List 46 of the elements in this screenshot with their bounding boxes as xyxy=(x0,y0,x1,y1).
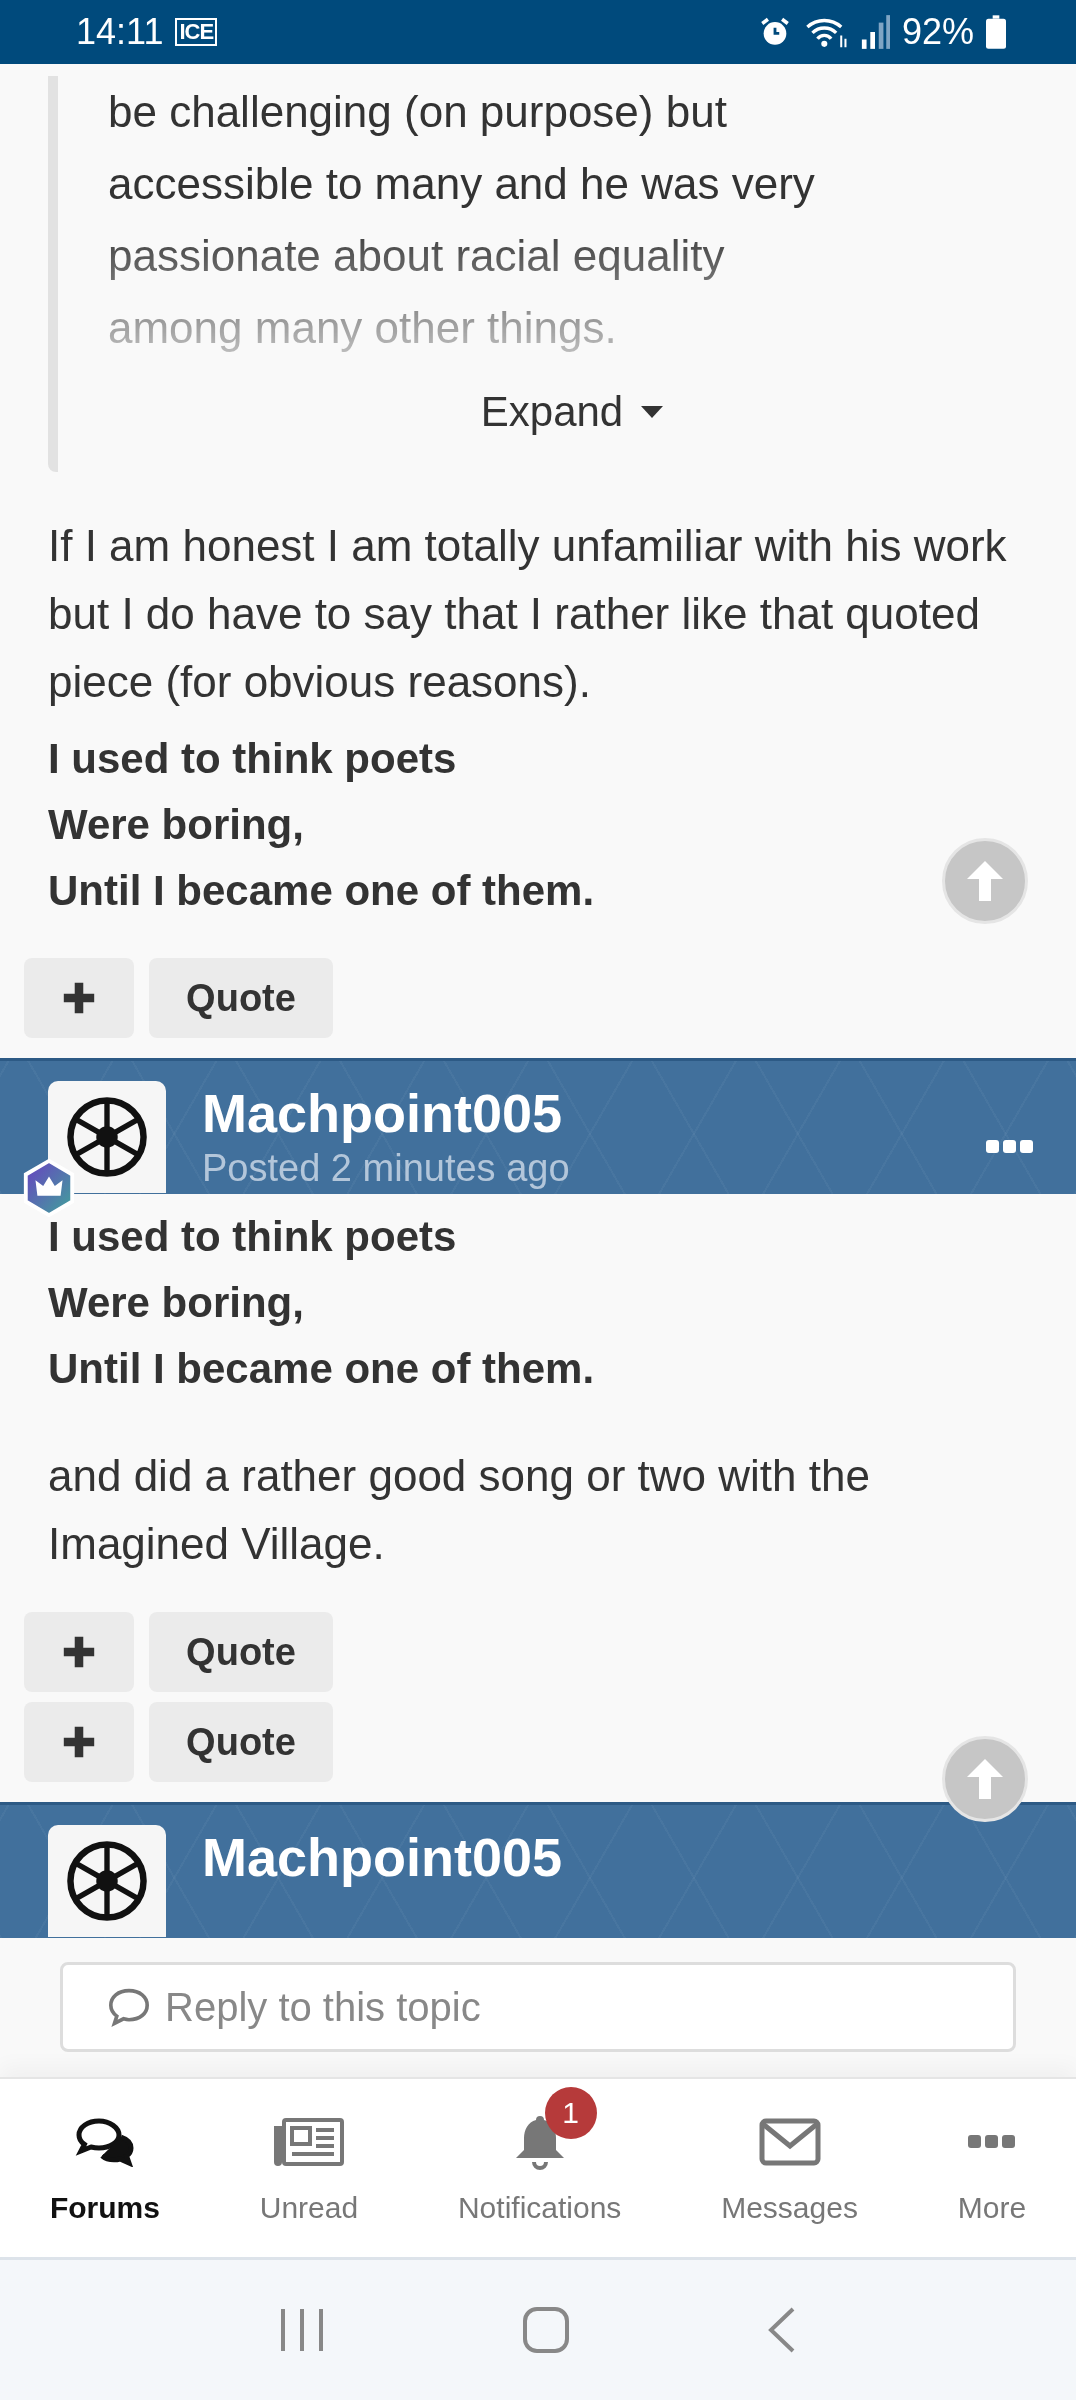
caret-icon xyxy=(641,406,664,418)
expand-button[interactable]: Expand xyxy=(470,382,674,442)
up-arrow-icon xyxy=(965,859,1005,903)
signal-icon xyxy=(859,15,890,49)
signature-line: Until I became one of them. xyxy=(48,866,595,916)
recent-apps-icon[interactable] xyxy=(278,2306,325,2354)
post-text: If I am honest I am totally unfamiliar with his work but I do have to say that I rather like that quoted piece (for obvious reasons). xyxy=(48,520,1008,708)
envelope-icon xyxy=(758,2118,821,2166)
signature-line: Until I became one of them. xyxy=(48,1344,595,1394)
reply-field[interactable]: Reply to this topic xyxy=(60,1962,1016,2052)
more-icon xyxy=(967,2134,1016,2150)
nav-tab[interactable]: More xyxy=(949,2079,1035,2257)
author-name[interactable]: Machpoint005 xyxy=(202,1081,570,1145)
chat-bubbles-icon xyxy=(74,2117,135,2167)
plus-button[interactable] xyxy=(24,1612,134,1692)
carrier-badge: ICE xyxy=(175,18,218,46)
nav-tab[interactable]: Messages xyxy=(713,2079,866,2257)
quote-button[interactable]: Quote xyxy=(149,958,333,1038)
signature-line: I used to think poets xyxy=(48,734,457,784)
nav-tab[interactable]: Unread xyxy=(251,2079,367,2257)
battery-icon xyxy=(986,15,1006,49)
quote-text: be challenging (on purpose) but accessible to many and he was very passionate about racial equality among many other things. xyxy=(108,86,816,354)
home-icon[interactable] xyxy=(522,2306,570,2354)
plus-button[interactable] xyxy=(24,1702,134,1782)
signature-line: Were boring, xyxy=(48,1278,304,1328)
newspaper-icon xyxy=(273,2118,344,2166)
author-name[interactable]: Machpoint005 xyxy=(202,1825,563,1889)
emblem-icon xyxy=(64,1838,150,1924)
chat-icon xyxy=(107,1987,151,2027)
signature-line: I used to think poets xyxy=(48,1212,457,1262)
quote-button[interactable]: Quote xyxy=(149,1702,333,1782)
notification-count: 1 xyxy=(544,2087,597,2139)
up-arrow-icon xyxy=(965,1757,1005,1801)
post-text: and did a rather good song or two with the Imagined Village. xyxy=(48,1450,871,1570)
avatar[interactable] xyxy=(48,1081,166,1193)
battery-percent: 92% xyxy=(901,11,974,53)
signature-line: Were boring, xyxy=(48,800,304,850)
post-time: Posted 2 minutes ago xyxy=(202,1146,570,1191)
plus-button[interactable] xyxy=(24,958,134,1038)
avatar[interactable] xyxy=(48,1825,166,1937)
emblem-icon xyxy=(64,1094,150,1180)
more-icon[interactable] xyxy=(986,1139,1034,1155)
clock-time: 14:11 xyxy=(76,11,164,53)
nav-tab[interactable]: 1 Notifications xyxy=(449,2079,630,2257)
nav-tab[interactable]: Forums xyxy=(41,2079,168,2257)
quote-button[interactable]: Quote xyxy=(149,1612,333,1692)
